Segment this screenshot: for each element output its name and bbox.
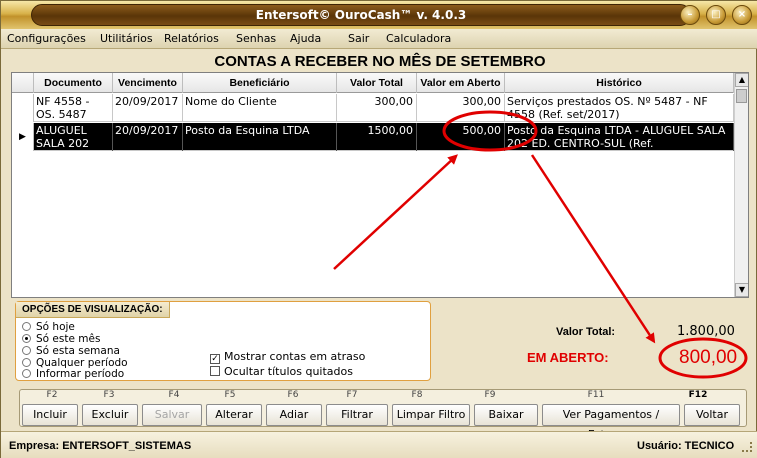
page-title: CONTAS A RECEBER NO MÊS DE SETEMBRO bbox=[214, 53, 546, 70]
minimize-icon[interactable]: – bbox=[680, 5, 700, 25]
cell-valor-aberto: 300,00 bbox=[417, 94, 505, 122]
menu-calculadora[interactable]: Calculadora bbox=[386, 32, 451, 45]
radio-so-hoje[interactable]: Só hoje bbox=[22, 321, 75, 333]
salvar-button[interactable]: Salvar bbox=[142, 404, 202, 426]
table-row[interactable]: NF 4558 - OS. 5487 20/09/2017 Nome do Cl… bbox=[12, 94, 734, 122]
vertical-scrollbar[interactable]: ▲ ▼ bbox=[734, 73, 748, 297]
cell-valor-total: 1500,00 bbox=[337, 123, 417, 151]
checkbox-mostrar-atraso[interactable]: ✓ Mostrar contas em atraso bbox=[210, 350, 366, 364]
fkey-hint-f4: F4 bbox=[168, 390, 180, 400]
fkey-hint-f7: F7 bbox=[346, 390, 358, 400]
checkbox-label: Mostrar contas em atraso bbox=[224, 350, 366, 363]
radio-checked-icon bbox=[22, 334, 31, 343]
radio-icon bbox=[22, 322, 31, 331]
radio-label: Só hoje bbox=[36, 321, 75, 333]
cell-beneficiario: Posto da Esquina LTDA bbox=[183, 123, 337, 151]
col-historico[interactable]: Histórico bbox=[505, 73, 734, 93]
resize-grip-icon[interactable] bbox=[742, 442, 752, 452]
fkey-hint-f11: F11 bbox=[587, 390, 605, 400]
menu-relatorios[interactable]: Relatórios bbox=[164, 32, 219, 45]
cell-valor-aberto: 500,00 bbox=[417, 123, 505, 151]
radio-label: Só esta semana bbox=[36, 345, 120, 357]
close-icon[interactable]: × bbox=[732, 5, 752, 25]
total-label: Valor Total: bbox=[556, 326, 616, 338]
open-amount-label: EM ABERTO: bbox=[527, 350, 609, 365]
status-bar: Empresa: ENTERSOFT_SISTEMAS Usuário: TEC… bbox=[1, 431, 757, 458]
row-indicator-header bbox=[12, 73, 34, 93]
radio-informar-periodo[interactable]: Informar período bbox=[22, 368, 124, 380]
radio-label: Informar período bbox=[36, 368, 125, 380]
ver-pagamentos-button[interactable]: Ver Pagamentos / Estornar bbox=[542, 404, 680, 441]
checkbox-checked-icon: ✓ bbox=[210, 354, 220, 364]
radio-so-este-mes[interactable]: Só este mês bbox=[22, 333, 100, 345]
fkey-hint-f2: F2 bbox=[46, 390, 58, 400]
col-vencimento[interactable]: Vencimento bbox=[113, 73, 183, 93]
scroll-thumb[interactable] bbox=[736, 89, 747, 103]
cell-documento: ALUGUEL SALA 202 ED. bbox=[34, 123, 113, 151]
grid-header: Documento Vencimento Beneficiário Valor … bbox=[12, 73, 734, 93]
baixar-button[interactable]: Baixar bbox=[474, 404, 538, 426]
menu-configuracoes[interactable]: Configurações bbox=[7, 32, 86, 45]
voltar-button[interactable]: Voltar bbox=[684, 404, 740, 426]
radio-icon bbox=[22, 369, 31, 378]
radio-icon bbox=[22, 346, 31, 355]
title-bar[interactable]: Entersoft© OuroCash™ v. 4.0.3 – □ × bbox=[1, 1, 757, 29]
filtrar-button[interactable]: Filtrar bbox=[326, 404, 388, 426]
menu-ajuda[interactable]: Ajuda bbox=[290, 32, 321, 45]
fkey-hint-f6: F6 bbox=[287, 390, 299, 400]
row-indicator bbox=[12, 94, 34, 122]
app-window: Entersoft© OuroCash™ v. 4.0.3 – □ × Conf… bbox=[0, 0, 757, 458]
cell-vencimento: 20/09/2017 bbox=[113, 94, 183, 122]
excluir-button[interactable]: Excluir bbox=[82, 404, 138, 426]
accounts-grid[interactable]: Documento Vencimento Beneficiário Valor … bbox=[11, 72, 749, 298]
cell-beneficiario: Nome do Cliente bbox=[183, 94, 337, 122]
col-valor-aberto[interactable]: Valor em Aberto bbox=[417, 73, 505, 93]
status-company: Empresa: ENTERSOFT_SISTEMAS bbox=[9, 440, 192, 452]
status-user: Usuário: TECNICO bbox=[637, 440, 735, 452]
cell-historico: Serviços prestados OS. Nº 5487 - NF 4558… bbox=[505, 94, 734, 122]
cell-valor-total: 300,00 bbox=[337, 94, 417, 122]
fkey-hint-f9: F9 bbox=[484, 390, 496, 400]
checkbox-ocultar-quitados[interactable]: Ocultar títulos quitados bbox=[210, 365, 353, 378]
view-options-title: OPÇÕES DE VISUALIZAÇÃO: bbox=[16, 302, 170, 318]
radio-icon bbox=[22, 358, 31, 367]
fkey-hint-f12: F12 bbox=[688, 390, 708, 400]
checkbox-icon bbox=[210, 366, 220, 376]
scroll-down-icon[interactable]: ▼ bbox=[735, 283, 748, 297]
function-key-bar: F2 F3 F4 F5 F6 F7 F8 F9 F11 F12 Incluir … bbox=[19, 389, 747, 441]
alterar-button[interactable]: Alterar bbox=[206, 404, 262, 426]
col-beneficiario[interactable]: Beneficiário bbox=[183, 73, 337, 93]
radio-label: Só este mês bbox=[36, 333, 101, 345]
total-value: 1.800,00 bbox=[677, 324, 735, 339]
adiar-button[interactable]: Adiar bbox=[266, 404, 322, 426]
cell-historico: Posto da Esquina LTDA - ALUGUEL SALA 202… bbox=[505, 123, 734, 151]
fkey-hint-f8: F8 bbox=[411, 390, 423, 400]
fkey-hint-f5: F5 bbox=[224, 390, 236, 400]
checkbox-label: Ocultar títulos quitados bbox=[224, 365, 353, 378]
view-options-panel: OPÇÕES DE VISUALIZAÇÃO: Só hoje Só este … bbox=[15, 301, 431, 381]
open-amount-value: 800,00 bbox=[679, 347, 738, 368]
current-row-arrow-icon: ▶ bbox=[12, 123, 34, 151]
limpar-filtro-button[interactable]: Limpar Filtro bbox=[392, 404, 470, 426]
window-title: Entersoft© OuroCash™ v. 4.0.3 bbox=[31, 4, 691, 26]
col-valor-total[interactable]: Valor Total bbox=[337, 73, 417, 93]
fkey-hint-f3: F3 bbox=[103, 390, 115, 400]
cell-documento: NF 4558 - OS. 5487 bbox=[34, 94, 113, 122]
radio-so-esta-semana[interactable]: Só esta semana bbox=[22, 345, 120, 357]
maximize-icon[interactable]: □ bbox=[706, 5, 726, 25]
incluir-button[interactable]: Incluir bbox=[22, 404, 78, 426]
menu-bar: Configurações Utilitários Relatórios Sen… bbox=[1, 29, 757, 49]
menu-senhas[interactable]: Senhas bbox=[236, 32, 276, 45]
menu-utilitarios[interactable]: Utilitários bbox=[100, 32, 153, 45]
menu-sair[interactable]: Sair bbox=[348, 32, 369, 45]
cell-vencimento: 20/09/2017 bbox=[113, 123, 183, 151]
table-row-selected[interactable]: ▶ ALUGUEL SALA 202 ED. 20/09/2017 Posto … bbox=[12, 123, 734, 151]
col-documento[interactable]: Documento bbox=[34, 73, 113, 93]
scroll-up-icon[interactable]: ▲ bbox=[735, 73, 748, 87]
